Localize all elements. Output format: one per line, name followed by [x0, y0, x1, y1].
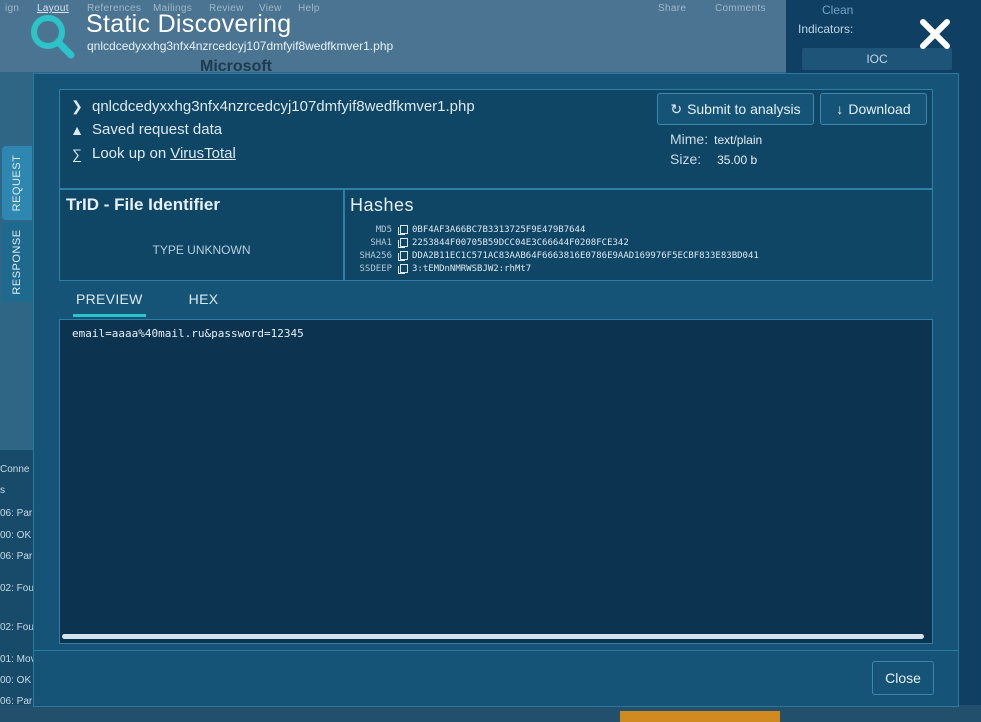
- bg-list-item: 01: Mov: [0, 654, 36, 665]
- download-button[interactable]: ↓ Download: [820, 93, 927, 125]
- bg-list-item: 02: Fou: [0, 622, 34, 633]
- bg-list-item: s: [0, 485, 5, 496]
- copy-icon[interactable]: [398, 251, 408, 261]
- trid-type: TYPE UNKNOWN: [152, 243, 251, 257]
- bg-status: Clean: [822, 3, 854, 17]
- hashes-panel: Hashes MD5 0BF4AF3A66BC7B3313725F9E479B7…: [344, 189, 933, 281]
- warning-icon: ▲: [70, 121, 84, 138]
- download-label: Download: [848, 101, 911, 117]
- tab-preview[interactable]: PREVIEW: [73, 289, 146, 317]
- hash-row-md5: MD5 0BF4AF3A66BC7B3313725F9E479B7644: [345, 223, 585, 236]
- arrow-down-icon: ↓: [836, 101, 844, 117]
- close-icon[interactable]: [915, 14, 955, 54]
- trid-title: TrID - File Identifier: [66, 195, 220, 214]
- submit-label: Submit to analysis: [687, 101, 801, 117]
- virustotal-link[interactable]: VirusTotal: [170, 145, 236, 162]
- filename-row: ❯ qnlcdcedyxxhg3nfx4nzrcedcyj107dmfyif8w…: [70, 98, 475, 115]
- content-tabs: PREVIEW HEX: [73, 289, 261, 317]
- bg-list-item: 00: OK: [0, 675, 32, 686]
- hash-label: SSDEEP: [359, 263, 392, 274]
- file-info-panel: ❯ qnlcdcedyxxhg3nfx4nzrcedcyj107dmfyif8w…: [59, 89, 933, 189]
- size-value: 35.00 b: [717, 153, 758, 167]
- preview-content: email=aaaa%40mail.ru&password=12345: [72, 327, 304, 340]
- hash-value: 3:tEMDnNMRWSBJW2:rhMt7: [412, 263, 532, 274]
- hash-value: 2253844F00705B59DCC04E3C66644F0208FCE342: [412, 237, 629, 248]
- copy-icon[interactable]: [398, 264, 408, 274]
- bg-orange-bar: [620, 711, 780, 722]
- copy-icon[interactable]: [398, 238, 408, 248]
- background-status-strip: [0, 705, 981, 722]
- bg-ribbon-tab: Share: [658, 3, 687, 14]
- bg-list-item: 02: Fou: [0, 583, 34, 594]
- side-tab-label: REQUEST: [11, 154, 23, 212]
- size-label: Size:: [670, 151, 702, 167]
- refresh-icon: ↻: [670, 100, 683, 117]
- static-discovering-dialog: ❯ qnlcdcedyxxhg3nfx4nzrcedcyj107dmfyif8w…: [33, 73, 959, 707]
- hash-value: 0BF4AF3A66BC7B3313725F9E479B7644: [412, 224, 586, 235]
- bg-list-item: 06: Par: [0, 551, 33, 562]
- footer-divider: [34, 650, 958, 651]
- saved-row: ▲ Saved request data: [70, 121, 222, 138]
- hash-value: DDA2B11EC1C571AC83AAB64F6663816E0786E9AA…: [412, 250, 759, 261]
- close-button[interactable]: Close: [872, 661, 934, 695]
- lookup-row: ∑ Look up on VirusTotal: [70, 145, 236, 162]
- background-left-list: Conne s 06: Par 00: OK 06: Par 02: Fou 0…: [0, 450, 36, 722]
- hash-row-sha1: SHA1 2253844F00705B59DCC04E3C66644F0208F…: [345, 236, 629, 249]
- bg-indicators-label: Indicators:: [798, 22, 854, 36]
- horizontal-scrollbar[interactable]: [62, 634, 924, 639]
- dialog-subtitle: qnlcdcedyxxhg3nfx4nzrcedcyj107dmfyif8wed…: [87, 39, 394, 53]
- side-tab-request[interactable]: REQUEST: [2, 146, 32, 220]
- saved-label: Saved request data: [92, 121, 223, 138]
- hash-label: SHA1: [370, 237, 392, 248]
- bg-ribbon-tab: ign: [5, 3, 20, 14]
- side-tab-response[interactable]: RESPONSE: [2, 222, 32, 302]
- tab-hex[interactable]: HEX: [186, 289, 222, 314]
- hash-label: MD5: [375, 224, 392, 235]
- size-row: Size: 35.00 b: [670, 151, 757, 167]
- lookup-prefix: Look up on: [92, 145, 167, 162]
- dialog-title: Static Discovering: [86, 10, 292, 38]
- bg-list-item: 06: Par: [0, 508, 33, 519]
- mime-row: Mime: text/plain: [670, 131, 762, 147]
- mime-label: Mime:: [670, 131, 709, 147]
- hash-row-ssdeep: SSDEEP 3:tEMDnNMRWSBJW2:rhMt7: [345, 262, 531, 275]
- hash-label: SHA256: [359, 250, 392, 261]
- dialog-body: ❯ qnlcdcedyxxhg3nfx4nzrcedcyj107dmfyif8w…: [59, 89, 933, 650]
- sigma-icon: ∑: [72, 145, 82, 162]
- bg-list-item: Conne: [0, 464, 30, 475]
- trid-panel: TrID - File Identifier TYPE UNKNOWN: [59, 189, 344, 281]
- preview-pane[interactable]: email=aaaa%40mail.ru&password=12345: [59, 319, 933, 644]
- hashes-title: Hashes: [350, 195, 415, 215]
- filename: qnlcdcedyxxhg3nfx4nzrcedcyj107dmfyif8wed…: [92, 98, 475, 115]
- side-tab-label: RESPONSE: [11, 229, 23, 295]
- submit-analysis-button[interactable]: ↻ Submit to analysis: [657, 93, 814, 125]
- bg-ribbon-tab: Comments: [715, 3, 766, 14]
- magnifier-icon: [31, 15, 75, 59]
- copy-icon[interactable]: [398, 225, 408, 235]
- bg-ribbon-tab: Help: [298, 3, 320, 14]
- chevron-right-icon: ❯: [71, 98, 83, 114]
- bg-list-item: 00: OK: [0, 530, 32, 541]
- hash-row-sha256: SHA256 DDA2B11EC1C571AC83AAB64F6663816E0…: [345, 249, 759, 262]
- mime-value: text/plain: [714, 133, 763, 147]
